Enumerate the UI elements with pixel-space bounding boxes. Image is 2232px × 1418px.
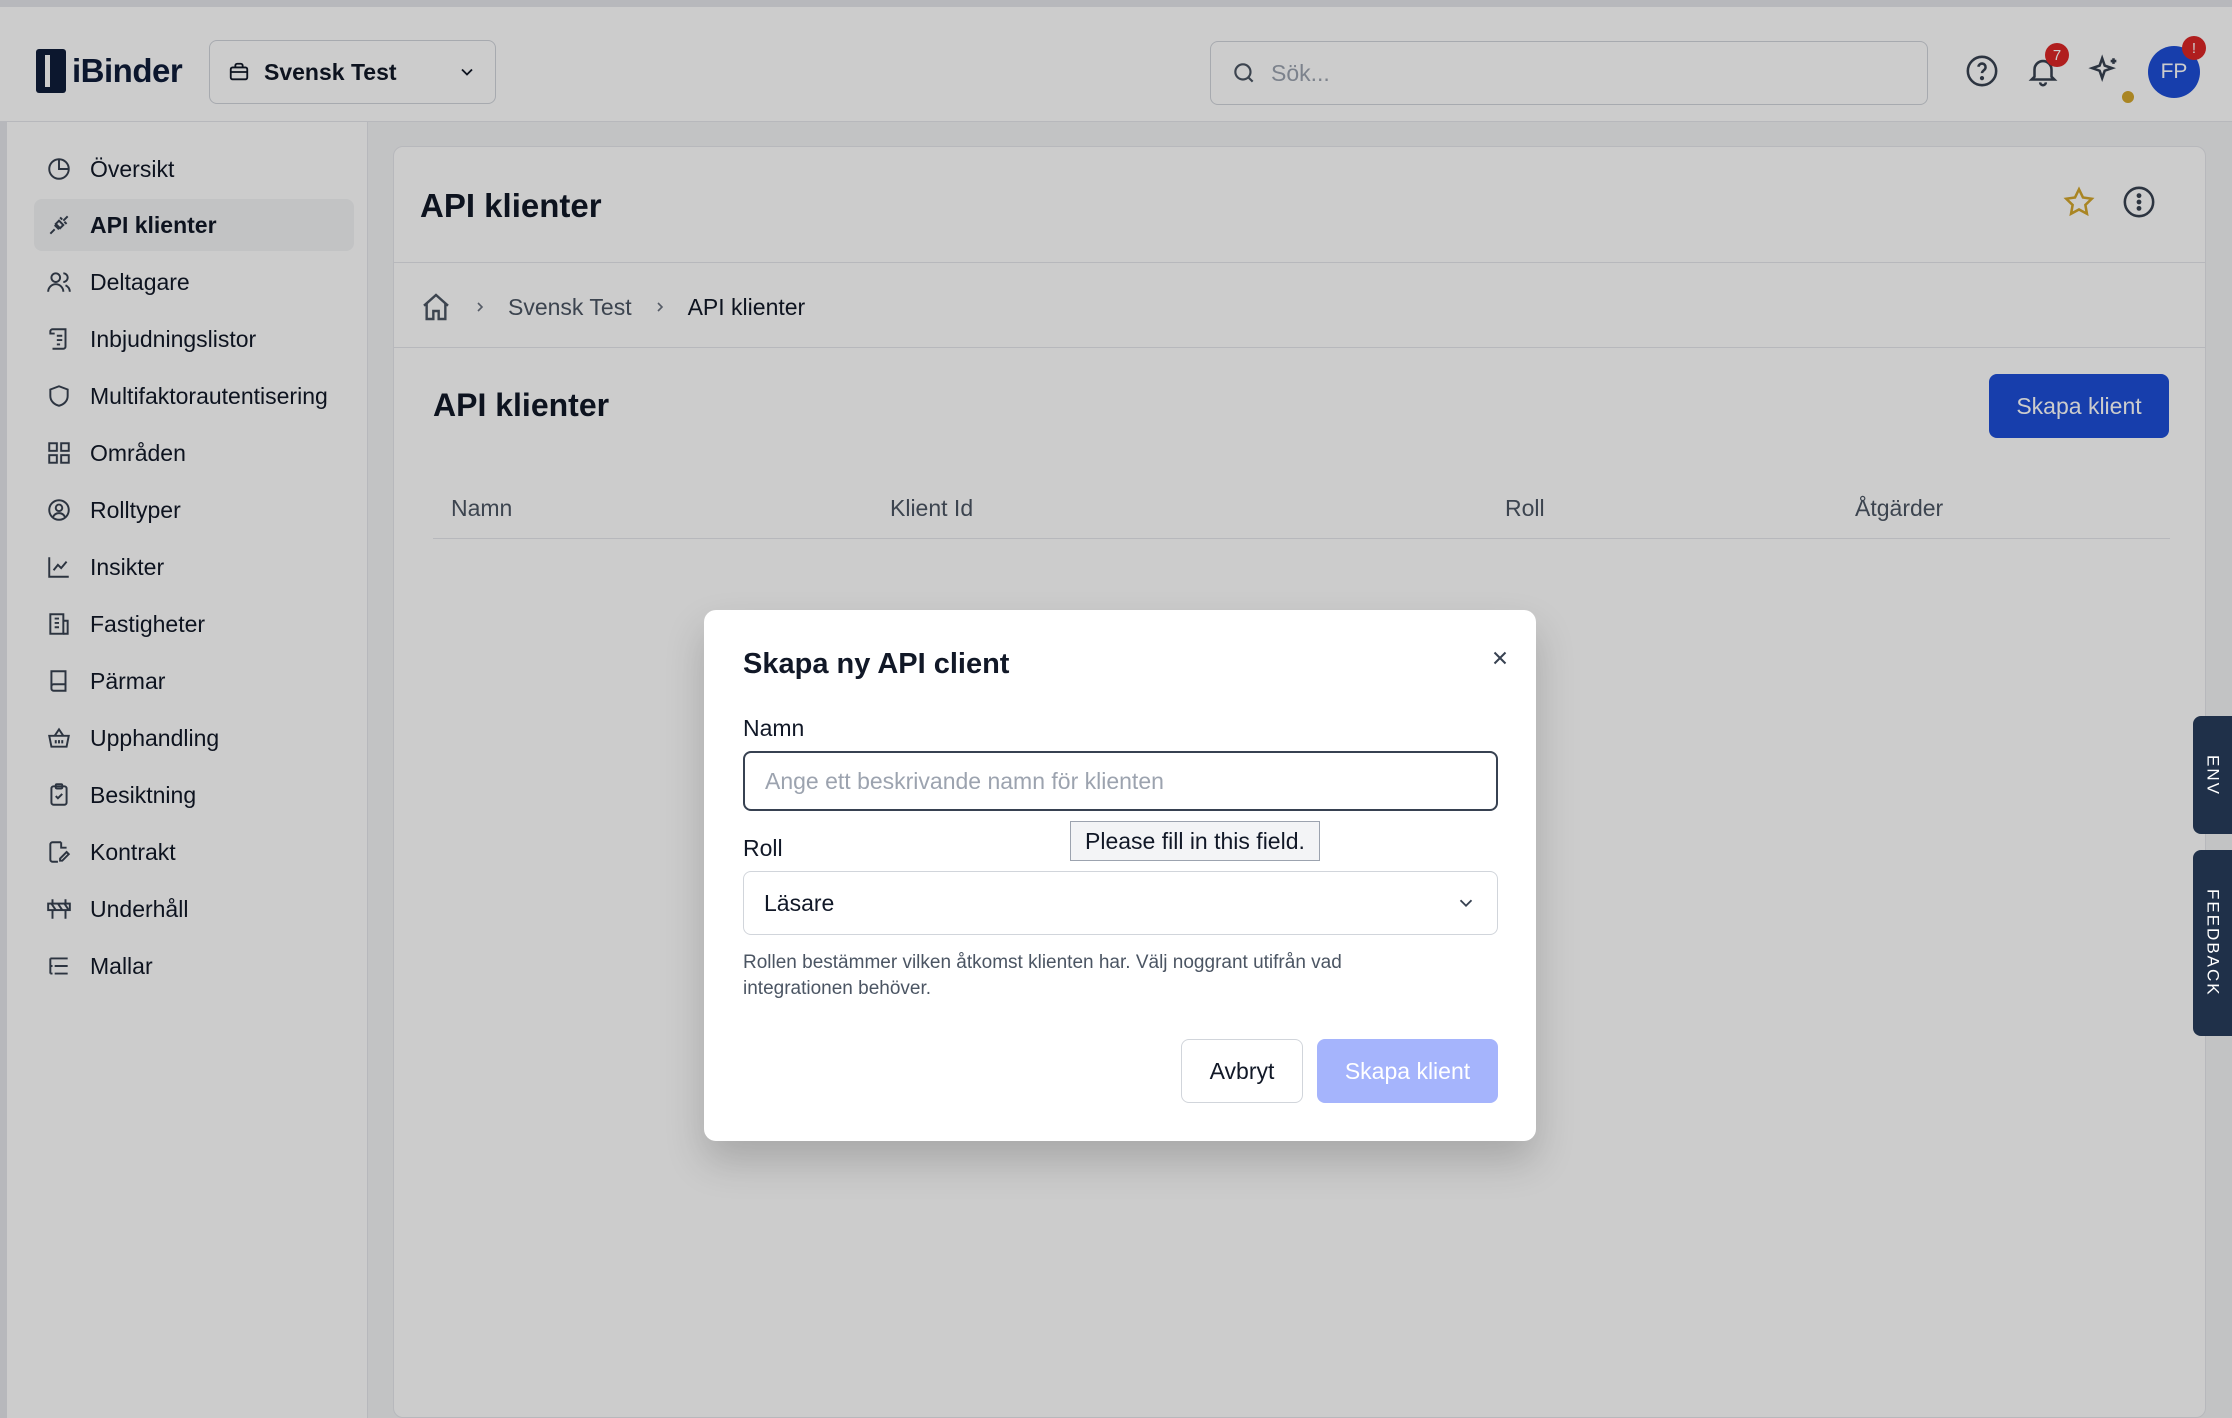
name-field-label: Namn: [743, 715, 805, 741]
close-icon: [1493, 651, 1507, 665]
submit-create-client-button[interactable]: Skapa klient: [1317, 1039, 1498, 1103]
close-button[interactable]: [1480, 638, 1520, 678]
name-input[interactable]: [743, 751, 1498, 811]
env-tab-label: ENV: [2203, 754, 2223, 796]
role-field-label: Roll: [743, 835, 783, 861]
feedback-tab[interactable]: FEEDBACK: [2193, 850, 2232, 1036]
validation-tooltip: Please fill in this field.: [1070, 821, 1320, 861]
dialog-title: Skapa ny API client: [743, 648, 1010, 680]
feedback-tab-label: FEEDBACK: [2203, 889, 2223, 997]
role-help-text: Rollen bestämmer vilken åtkomst klienten…: [743, 952, 1342, 999]
create-api-client-dialog: Skapa ny API client Namn Please fill in …: [704, 610, 1536, 1141]
role-select-value: Läsare: [764, 889, 835, 916]
env-tab[interactable]: ENV: [2193, 716, 2232, 834]
chevron-down-icon: [1459, 899, 1473, 908]
role-select[interactable]: Läsare: [743, 871, 1498, 935]
cancel-button[interactable]: Avbryt: [1181, 1039, 1303, 1103]
